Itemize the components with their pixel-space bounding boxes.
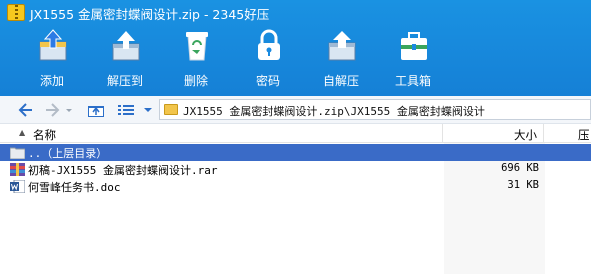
- column-size-label: 大小: [514, 128, 537, 142]
- add-archive-icon: [39, 29, 67, 61]
- folder-icon: [164, 104, 178, 115]
- self-extract-icon: [328, 31, 356, 61]
- self-extract-button[interactable]: 自解压: [311, 26, 371, 92]
- toolbox-button[interactable]: 工具箱: [383, 26, 443, 92]
- password-label: 密码: [255, 74, 280, 88]
- column-header: ▲ 名称 大小 压: [0, 124, 591, 143]
- archive-app-icon: [7, 4, 25, 21]
- file-size: 696 KB: [501, 162, 539, 174]
- view-dropdown-icon[interactable]: [142, 100, 154, 120]
- toolbox-label: 工具箱: [394, 74, 431, 88]
- view-list-icon[interactable]: [116, 100, 136, 120]
- toolbox-icon: [401, 32, 427, 60]
- back-arrow-icon[interactable]: [16, 100, 36, 120]
- list-item[interactable]: ..（上层目录）: [0, 144, 591, 161]
- add-button[interactable]: 添加: [22, 26, 82, 92]
- password-button[interactable]: 密码: [238, 26, 298, 92]
- column-size-header[interactable]: 大小: [444, 124, 544, 143]
- sort-up-icon: ▲: [19, 128, 26, 137]
- folder-up-icon: [10, 147, 25, 159]
- file-name: 何雪峰任务书.doc: [28, 181, 121, 194]
- extract-to-button[interactable]: 解压到: [95, 26, 155, 92]
- word-doc-icon: [10, 180, 25, 193]
- toolbar: 添加 解压到 删除 密码 自解压 工具箱: [0, 26, 591, 96]
- address-row: JX1555 金属密封蝶阀设计.zip\JX1555 金属密封蝶阀设计: [0, 96, 591, 124]
- forward-arrow-icon[interactable]: [42, 100, 62, 120]
- file-size: 31 KB: [507, 179, 539, 191]
- file-list: ..（上层目录） 初稿-JX1555 金属密封蝶阀设计.rar 696 KB 何…: [0, 143, 591, 274]
- extract-to-label: 解压到: [106, 74, 143, 88]
- rar-archive-icon: [10, 163, 25, 176]
- column-packed-label: 压: [578, 128, 590, 142]
- address-bar[interactable]: JX1555 金属密封蝶阀设计.zip\JX1555 金属密封蝶阀设计: [159, 99, 591, 120]
- title-bar: JX1555 金属密封蝶阀设计.zip - 2345好压: [0, 0, 591, 26]
- add-label: 添加: [39, 74, 64, 88]
- delete-button[interactable]: 删除: [166, 26, 226, 92]
- file-name: 初稿-JX1555 金属密封蝶阀设计.rar: [28, 164, 218, 177]
- column-name-label: 名称: [33, 128, 56, 142]
- list-item[interactable]: 何雪峰任务书.doc 31 KB: [0, 178, 591, 195]
- column-packed-header[interactable]: 压: [545, 124, 591, 143]
- lock-icon: [258, 29, 280, 60]
- top-band: JX1555 金属密封蝶阀设计.zip - 2345好压 添加 解压到 删除 密…: [0, 0, 591, 96]
- delete-icon: [186, 32, 208, 61]
- extract-to-icon: [112, 31, 140, 61]
- delete-label: 删除: [183, 74, 208, 88]
- file-name: ..（上层目录）: [28, 147, 108, 160]
- window-title: JX1555 金属密封蝶阀设计.zip - 2345好压: [30, 7, 270, 22]
- up-folder-icon[interactable]: [86, 100, 106, 120]
- history-dropdown-icon[interactable]: [64, 100, 74, 120]
- self-extract-label: 自解压: [322, 74, 359, 88]
- address-path: JX1555 金属密封蝶阀设计.zip\JX1555 金属密封蝶阀设计: [183, 105, 485, 118]
- column-name-header[interactable]: ▲ 名称: [0, 124, 443, 143]
- list-item[interactable]: 初稿-JX1555 金属密封蝶阀设计.rar 696 KB: [0, 161, 591, 178]
